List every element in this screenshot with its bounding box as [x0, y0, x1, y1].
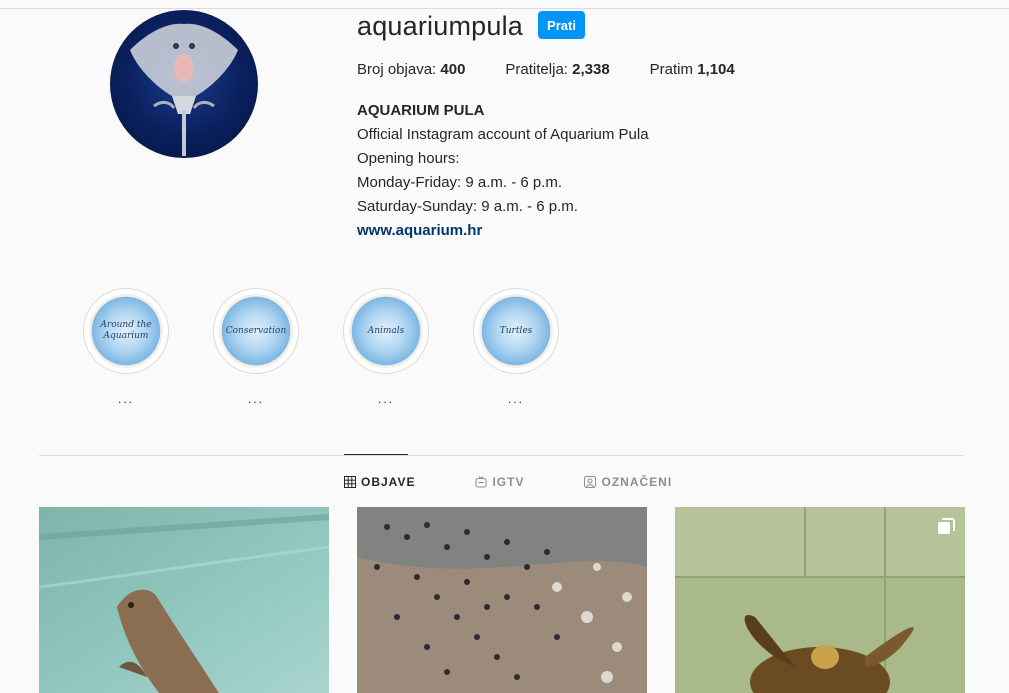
- bio-website-link[interactable]: www.aquarium.hr: [357, 222, 482, 239]
- highlight-cover: Turtles: [479, 294, 553, 368]
- profile-tabs: OBJAVE IGTV OZNAČENI: [344, 475, 732, 489]
- posts-label: Broj objava:: [357, 61, 437, 78]
- following-label: Pratim: [649, 61, 694, 78]
- bio-line: Monday-Friday: 9 a.m. - 6 p.m.: [357, 174, 563, 191]
- tagged-icon: [584, 476, 597, 488]
- profile-username: aquariumpula: [357, 11, 524, 41]
- post-thumbnail[interactable]: [39, 507, 329, 693]
- bio-line: Saturday-Sunday: 9 a.m. - 6 p.m.: [357, 198, 578, 215]
- highlight-cover-text: Turtles: [499, 325, 533, 336]
- profile-stats: Broj objava: 400 Pratitelja: 2,338 Prati…: [357, 61, 775, 78]
- highlight-item[interactable]: Animals ...: [342, 288, 430, 406]
- followers-count[interactable]: Pratitelja: 2,338: [505, 61, 609, 78]
- igtv-icon: [475, 476, 487, 488]
- followers-value: 2,338: [572, 61, 610, 78]
- following-count[interactable]: Pratim 1,104: [650, 61, 735, 78]
- grid-icon: [344, 476, 356, 488]
- tab-tagged[interactable]: OZNAČENI: [584, 475, 672, 489]
- highlight-item[interactable]: Around the Aquarium ...: [82, 288, 170, 406]
- tab-igtv[interactable]: IGTV: [475, 475, 524, 489]
- highlight-ring[interactable]: Around the Aquarium: [83, 288, 169, 374]
- stingray-image: [130, 23, 238, 156]
- highlight-ring[interactable]: Turtles: [473, 288, 559, 374]
- post-thumbnail[interactable]: [357, 507, 647, 693]
- tabs-divider: [39, 455, 964, 456]
- profile-avatar[interactable]: [110, 10, 258, 158]
- highlight-cover: Conservation: [219, 294, 293, 368]
- highlight-cover: Around the Aquarium: [89, 294, 163, 368]
- highlight-item[interactable]: Conservation ...: [212, 288, 300, 406]
- highlight-item[interactable]: Turtles ...: [472, 288, 560, 406]
- post-thumbnail[interactable]: [675, 507, 965, 693]
- highlight-ring[interactable]: Conservation: [213, 288, 299, 374]
- highlight-cover-text: Around the Aquarium: [100, 320, 152, 341]
- highlight-cover: Animals: [349, 294, 423, 368]
- profile-bio: AQUARIUM PULA Official Instagram account…: [357, 99, 649, 243]
- bio-name: AQUARIUM PULA: [357, 102, 485, 119]
- turtle-photo: [675, 507, 965, 693]
- bio-line: Opening hours:: [357, 150, 460, 167]
- top-divider: [0, 8, 1009, 9]
- active-tab-indicator: [344, 454, 408, 455]
- story-highlights: Around the Aquarium ... Conservation ...…: [82, 288, 602, 406]
- tab-label: IGTV: [492, 475, 525, 489]
- highlight-label: ...: [247, 392, 264, 406]
- tab-label: OBJAVE: [361, 475, 416, 489]
- shark-photo: [39, 507, 329, 693]
- tab-label: OZNAČENI: [601, 475, 673, 489]
- highlight-label: ...: [377, 392, 394, 406]
- multiple-photos-icon: [938, 518, 955, 534]
- tab-posts[interactable]: OBJAVE: [344, 475, 415, 489]
- posts-value: 400: [440, 61, 466, 78]
- highlight-cover-text: Conservation: [225, 325, 287, 336]
- bio-line: Official Instagram account of Aquarium P…: [357, 126, 649, 143]
- highlight-label: ...: [117, 392, 134, 406]
- follow-button[interactable]: Prati: [538, 11, 585, 39]
- following-value: 1,104: [697, 61, 735, 78]
- posts-count: Broj objava: 400: [357, 61, 465, 78]
- highlight-label: ...: [507, 392, 524, 406]
- highlight-cover-text: Animals: [367, 325, 405, 336]
- followers-label: Pratitelja:: [505, 61, 568, 78]
- fish-eggs-photo: [357, 507, 647, 693]
- highlight-ring[interactable]: Animals: [343, 288, 429, 374]
